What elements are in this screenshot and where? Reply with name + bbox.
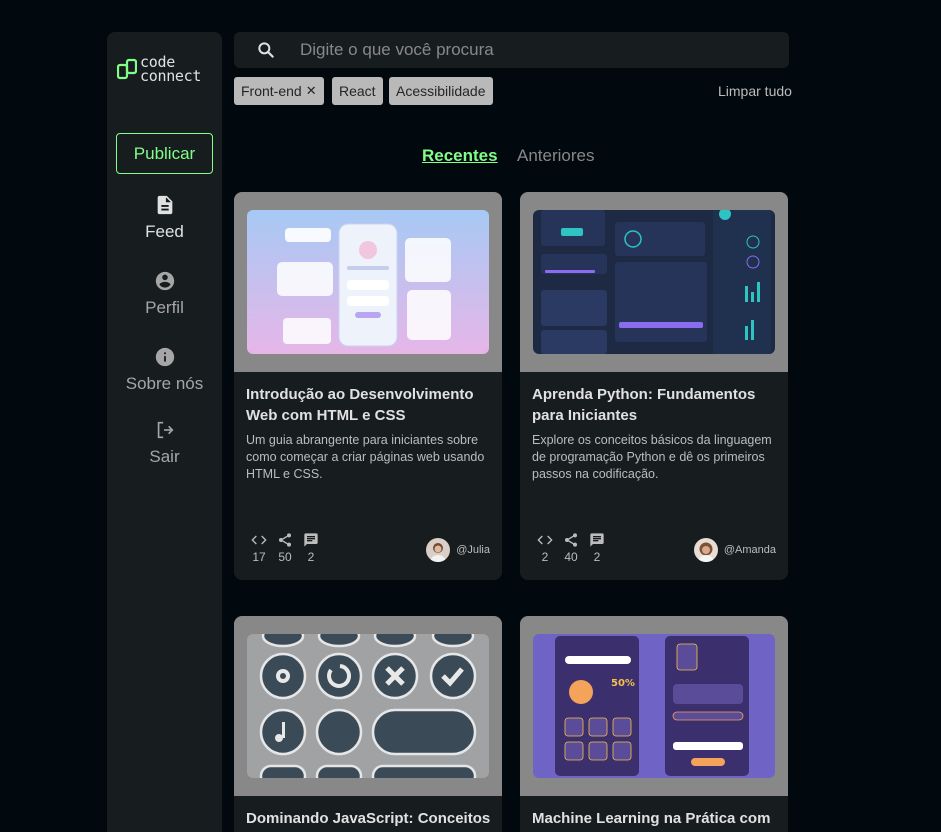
sidebar-item-sobre-nos[interactable]: Sobre nós bbox=[107, 346, 222, 394]
search-icon[interactable] bbox=[256, 40, 276, 60]
sidebar-item-feed[interactable]: Feed bbox=[107, 194, 222, 242]
share-icon bbox=[279, 533, 291, 547]
comment-count: 2 bbox=[593, 550, 601, 564]
card-description: Um guia abrangente para iniciantes sobre… bbox=[246, 433, 485, 481]
code-stat[interactable]: 17 bbox=[246, 532, 272, 564]
card-description: Explore os conceitos básicos da linguage… bbox=[532, 433, 772, 481]
sidebar-item-label: Perfil bbox=[145, 298, 184, 317]
card-title[interactable]: Dominando JavaScript: Conceitos bbox=[246, 808, 496, 829]
filter-tag-react[interactable]: React bbox=[332, 77, 383, 105]
sidebar-item-label: Sair bbox=[149, 447, 180, 466]
card-title[interactable]: Machine Learning na Prática com bbox=[532, 808, 782, 829]
share-count: 40 bbox=[564, 550, 578, 564]
comment-stat[interactable]: 2 bbox=[298, 532, 324, 564]
clear-all-link[interactable]: Limpar tudo bbox=[718, 83, 792, 99]
filter-tag-acessibilidade[interactable]: Acessibilidade bbox=[389, 77, 493, 105]
search-bar bbox=[234, 32, 789, 68]
share-icon bbox=[565, 533, 577, 547]
logo-mark-icon bbox=[117, 58, 137, 80]
sidebar-item-label: Feed bbox=[145, 222, 184, 241]
share-stat[interactable]: 40 bbox=[558, 532, 584, 564]
publish-button[interactable]: Publicar bbox=[116, 133, 213, 174]
card-thumbnail bbox=[247, 634, 489, 778]
card-image-frame: 50% bbox=[520, 616, 788, 796]
card-image-frame bbox=[234, 616, 502, 796]
card-thumbnail: 50% bbox=[533, 634, 775, 778]
sidebar-item-sair[interactable]: Sair bbox=[107, 419, 222, 467]
close-icon[interactable]: ✕ bbox=[306, 83, 317, 99]
sidebar-item-label: Sobre nós bbox=[125, 374, 204, 393]
svg-text:50%: 50% bbox=[611, 678, 635, 689]
card-title[interactable]: Introdução ao Desenvolvimento Web com HT… bbox=[246, 384, 496, 426]
share-count: 50 bbox=[278, 550, 292, 564]
post-card[interactable]: Dominando JavaScript: Conceitos bbox=[234, 616, 502, 832]
card-author[interactable]: @Amanda bbox=[693, 538, 776, 562]
sidebar: code connect Publicar Feed Perfil Sobre … bbox=[107, 32, 222, 832]
card-thumbnail bbox=[533, 210, 775, 354]
logo-line-2: connect bbox=[140, 67, 202, 85]
search-input[interactable] bbox=[300, 32, 770, 68]
info-icon bbox=[154, 346, 176, 368]
card-image-frame bbox=[234, 192, 502, 372]
post-card[interactable]: 50% Machine Learning na Prática com bbox=[520, 616, 788, 832]
post-card[interactable]: Introdução ao Desenvolvimento Web com HT… bbox=[234, 192, 502, 580]
logout-icon bbox=[154, 419, 176, 441]
card-stats: 2 40 2 bbox=[532, 532, 610, 564]
card-title[interactable]: Aprenda Python: Fundamentos para Inician… bbox=[532, 384, 782, 426]
comment-count: 2 bbox=[307, 550, 315, 564]
account-circle-icon bbox=[154, 270, 176, 292]
card-stats: 17 50 2 bbox=[246, 532, 324, 564]
card-thumbnail bbox=[247, 210, 489, 354]
tag-label: Front-end bbox=[241, 83, 302, 99]
code-stat[interactable]: 2 bbox=[532, 532, 558, 564]
code-count: 17 bbox=[252, 550, 266, 564]
comment-icon bbox=[304, 533, 318, 547]
document-icon bbox=[154, 194, 176, 216]
tag-label: React bbox=[339, 83, 376, 99]
avatar bbox=[693, 538, 718, 562]
post-card[interactable]: Aprenda Python: Fundamentos para Inician… bbox=[520, 192, 788, 580]
avatar bbox=[426, 538, 451, 562]
logo-text: code connect bbox=[140, 55, 202, 85]
code-count: 2 bbox=[541, 550, 549, 564]
share-stat[interactable]: 50 bbox=[272, 532, 298, 564]
card-image-frame bbox=[520, 192, 788, 372]
sidebar-item-perfil[interactable]: Perfil bbox=[107, 270, 222, 318]
tab-anteriores[interactable]: Anteriores bbox=[517, 146, 594, 166]
author-name: @Amanda bbox=[723, 544, 776, 556]
card-author[interactable]: @Julia bbox=[426, 538, 490, 562]
tag-label: Acessibilidade bbox=[396, 83, 486, 99]
logo[interactable]: code connect bbox=[116, 55, 216, 87]
author-name: @Julia bbox=[456, 544, 490, 556]
code-icon bbox=[251, 535, 267, 545]
tab-recentes[interactable]: Recentes bbox=[422, 146, 498, 166]
code-icon bbox=[537, 535, 553, 545]
comment-stat[interactable]: 2 bbox=[584, 532, 610, 564]
filter-tag-front-end[interactable]: Front-end ✕ bbox=[234, 77, 324, 105]
comment-icon bbox=[590, 533, 604, 547]
